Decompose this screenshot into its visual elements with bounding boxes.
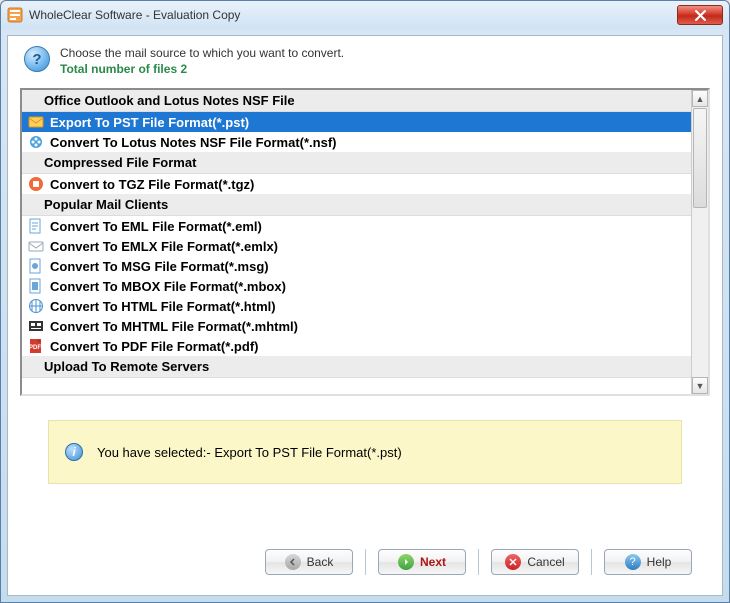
item-label: Convert To MBOX File Format(*.mbox) (50, 279, 286, 294)
group-header-popular: Popular Mail Clients (22, 194, 691, 216)
format-list-container: Office Outlook and Lotus Notes NSF File … (20, 88, 710, 396)
format-list[interactable]: Office Outlook and Lotus Notes NSF File … (22, 90, 691, 394)
help-icon: ? (625, 554, 641, 570)
eml-icon (28, 218, 44, 234)
cancel-icon (505, 554, 521, 570)
item-nsf[interactable]: Convert To Lotus Notes NSF File Format(*… (22, 132, 691, 152)
svg-text:PDF: PDF (29, 345, 41, 351)
app-icon (7, 7, 23, 23)
help-button[interactable]: ? Help (604, 549, 692, 575)
item-label: Convert To MHTML File Format(*.mhtml) (50, 319, 298, 334)
group-header-remote: Upload To Remote Servers (22, 356, 691, 378)
item-label: Export To PST File Format(*.pst) (50, 115, 249, 130)
item-eml[interactable]: Convert To EML File Format(*.eml) (22, 216, 691, 236)
next-arrow-icon (398, 554, 414, 570)
item-pst[interactable]: Export To PST File Format(*.pst) (22, 112, 691, 132)
item-html[interactable]: Convert To HTML File Format(*.html) (22, 296, 691, 316)
lotus-icon (28, 134, 44, 150)
separator (478, 549, 479, 575)
client-area: ? Choose the mail source to which you wa… (7, 35, 723, 596)
item-msg[interactable]: Convert To MSG File Format(*.msg) (22, 256, 691, 276)
instruction-text-block: Choose the mail source to which you want… (60, 46, 344, 76)
scroll-up-button[interactable]: ▲ (692, 90, 708, 107)
status-panel: i You have selected:- Export To PST File… (48, 420, 682, 484)
instruction-text: Choose the mail source to which you want… (60, 46, 344, 60)
info-icon: i (65, 443, 83, 461)
emlx-icon (28, 238, 44, 254)
separator (591, 549, 592, 575)
pdf-icon: PDF (28, 338, 44, 354)
item-mbox[interactable]: Convert To MBOX File Format(*.mbox) (22, 276, 691, 296)
mhtml-icon (28, 318, 44, 334)
archive-icon (28, 176, 44, 192)
back-button-label: Back (307, 555, 334, 569)
cancel-button[interactable]: Cancel (491, 549, 579, 575)
footer-buttons: Back Next Cancel ? Help (20, 541, 710, 589)
mbox-icon (28, 278, 44, 294)
separator (365, 549, 366, 575)
instruction-row: ? Choose the mail source to which you wa… (20, 46, 710, 76)
item-label: Convert To EMLX File Format(*.emlx) (50, 239, 278, 254)
item-pdf[interactable]: PDF Convert To PDF File Format(*.pdf) (22, 336, 691, 356)
item-label: Convert To Lotus Notes NSF File Format(*… (50, 135, 337, 150)
next-button-label: Next (420, 555, 446, 569)
file-count-label: Total number of files 2 (60, 62, 344, 76)
item-label: Convert To HTML File Format(*.html) (50, 299, 276, 314)
outlook-icon (28, 114, 44, 130)
item-label: Convert To MSG File Format(*.msg) (50, 259, 269, 274)
scroll-thumb[interactable] (693, 108, 707, 208)
back-button[interactable]: Back (265, 549, 353, 575)
item-mhtml[interactable]: Convert To MHTML File Format(*.mhtml) (22, 316, 691, 336)
group-header-compressed: Compressed File Format (22, 152, 691, 174)
titlebar: WholeClear Software - Evaluation Copy (1, 1, 729, 29)
item-label: Convert To EML File Format(*.eml) (50, 219, 262, 234)
next-button[interactable]: Next (378, 549, 466, 575)
status-text: You have selected:- Export To PST File F… (97, 445, 402, 460)
close-button[interactable] (677, 5, 723, 25)
window-title: WholeClear Software - Evaluation Copy (29, 8, 677, 22)
group-header-outlook-nsf: Office Outlook and Lotus Notes NSF File (22, 90, 691, 112)
help-button-label: Help (647, 555, 672, 569)
msg-icon (28, 258, 44, 274)
item-emlx[interactable]: Convert To EMLX File Format(*.emlx) (22, 236, 691, 256)
cancel-button-label: Cancel (527, 555, 564, 569)
question-icon: ? (24, 46, 50, 72)
close-icon (695, 10, 706, 21)
scrollbar[interactable]: ▲ ▼ (691, 90, 708, 394)
scroll-down-button[interactable]: ▼ (692, 377, 708, 394)
item-tgz[interactable]: Convert to TGZ File Format(*.tgz) (22, 174, 691, 194)
html-icon (28, 298, 44, 314)
item-label: Convert to TGZ File Format(*.tgz) (50, 177, 254, 192)
app-window: WholeClear Software - Evaluation Copy ? … (0, 0, 730, 603)
back-arrow-icon (285, 554, 301, 570)
item-label: Convert To PDF File Format(*.pdf) (50, 339, 258, 354)
